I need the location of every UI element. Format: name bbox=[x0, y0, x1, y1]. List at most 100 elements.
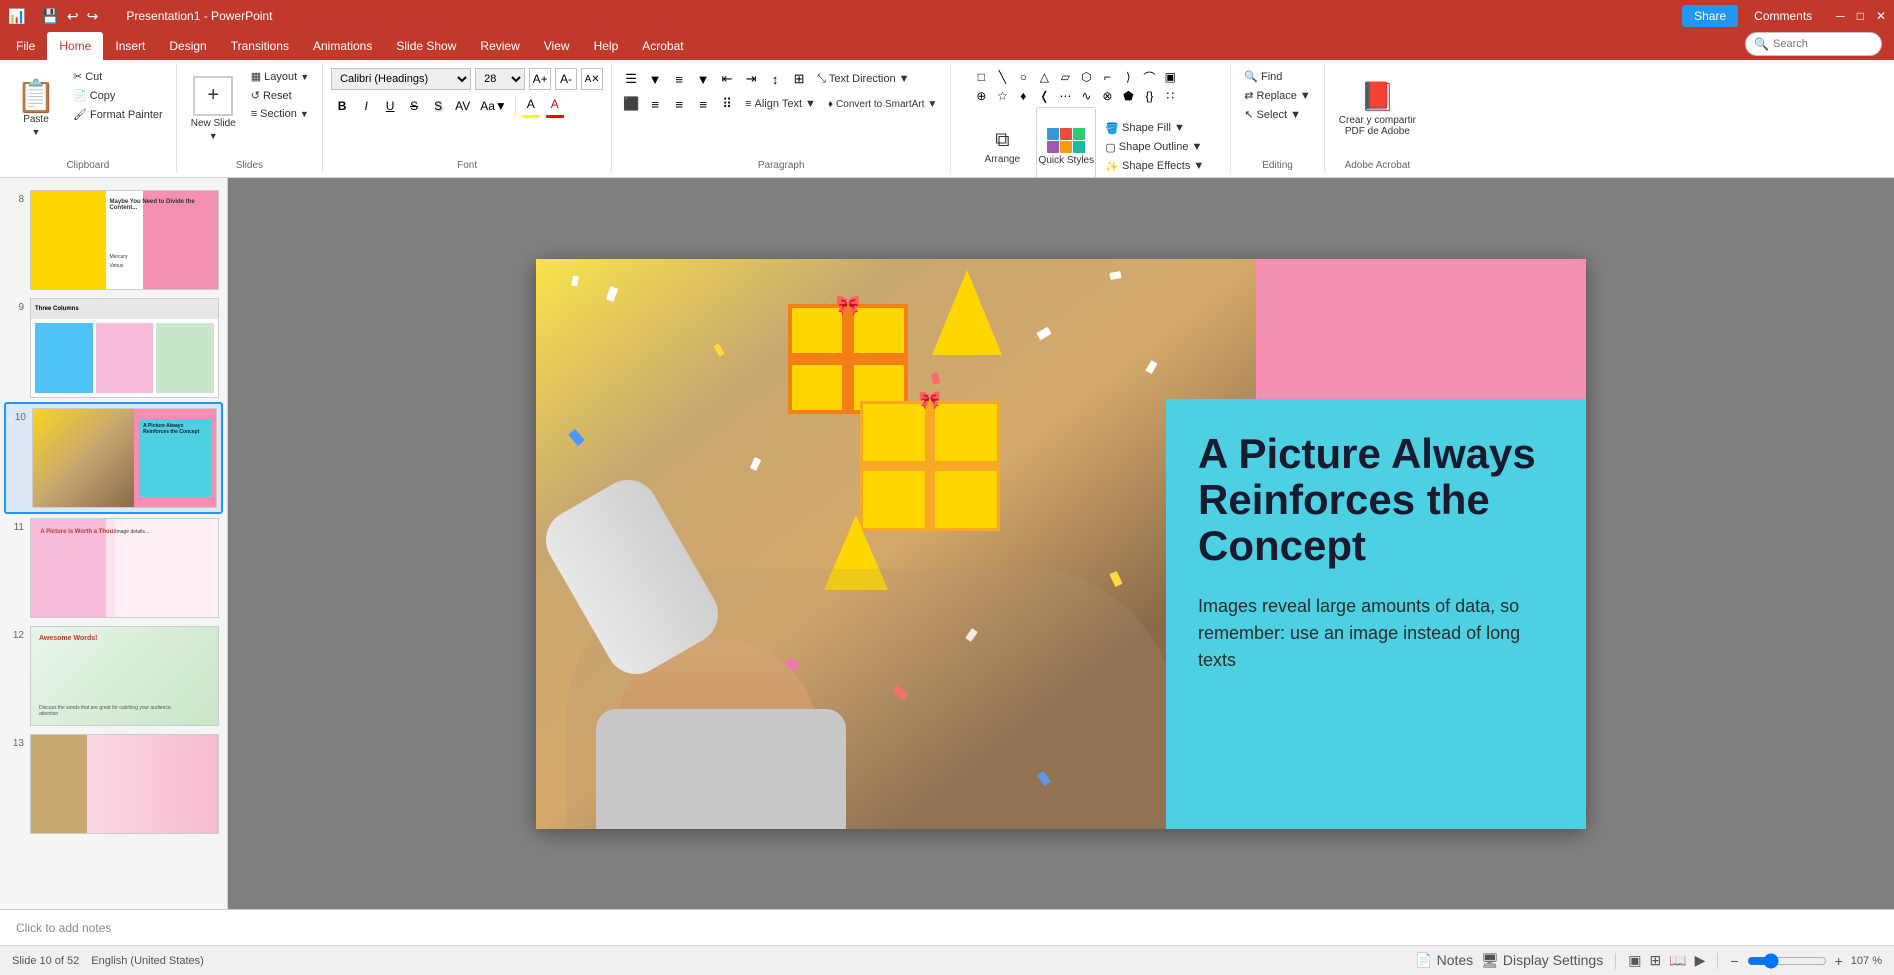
reset-button[interactable]: ↺ Reset bbox=[246, 87, 314, 104]
slide-canvas[interactable]: 🎀 🎀 bbox=[536, 259, 1586, 829]
redo-icon[interactable]: ↪ bbox=[87, 8, 99, 25]
char-spacing-button[interactable]: AV bbox=[451, 95, 474, 117]
change-case-button[interactable]: Aa▼ bbox=[476, 95, 511, 117]
slide-photo[interactable]: 🎀 🎀 bbox=[536, 259, 1256, 829]
slide-thumb-12[interactable]: 12 Awesome Words! Discuss the words that… bbox=[4, 622, 223, 730]
section-button[interactable]: ≡ Section ▼ bbox=[246, 106, 314, 122]
quick-styles-button[interactable]: Quick Styles bbox=[1036, 107, 1096, 187]
shape-item-10[interactable]: ▣ bbox=[1161, 68, 1179, 86]
maximize-icon[interactable]: □ bbox=[1857, 9, 1864, 23]
strikethrough-button[interactable]: S bbox=[403, 95, 425, 117]
display-settings-button[interactable]: 🖥 Display Settings bbox=[1481, 952, 1603, 969]
numbering-button[interactable]: ≡ bbox=[668, 68, 690, 90]
bullets-dropdown[interactable]: ▼ bbox=[644, 68, 666, 90]
zoom-in-button[interactable]: + bbox=[1835, 953, 1843, 969]
replace-button[interactable]: ⇄ Replace ▼ bbox=[1239, 87, 1315, 104]
menu-home[interactable]: Home bbox=[47, 32, 103, 60]
menu-file[interactable]: File bbox=[4, 32, 47, 60]
shape-item-6[interactable]: ⬡ bbox=[1077, 68, 1095, 86]
shape-item-15[interactable]: ⋯ bbox=[1056, 87, 1074, 105]
shape-item-9[interactable]: ⌒ bbox=[1140, 68, 1158, 86]
share-button[interactable]: Share bbox=[1682, 5, 1738, 27]
new-slide-dropdown[interactable]: ▼ bbox=[209, 131, 218, 141]
search-input[interactable] bbox=[1773, 38, 1873, 50]
shape-outline-dropdown[interactable]: ▼ bbox=[1191, 141, 1202, 153]
slide-thumb-10[interactable]: 10 A Picture Always Reinforces the Conce… bbox=[4, 402, 223, 514]
minimize-icon[interactable]: ─ bbox=[1836, 9, 1845, 23]
bold-button[interactable]: B bbox=[331, 95, 353, 117]
menu-review[interactable]: Review bbox=[468, 32, 531, 60]
shape-item-5[interactable]: ▱ bbox=[1056, 68, 1074, 86]
align-text-button[interactable]: ≡ Align Text ▼ bbox=[740, 96, 821, 112]
clear-format-button[interactable]: A✕ bbox=[581, 68, 603, 90]
italic-button[interactable]: I bbox=[355, 95, 377, 117]
decrease-indent-button[interactable]: ⇤ bbox=[716, 68, 738, 90]
layout-button[interactable]: ▦ Layout ▼ bbox=[246, 68, 314, 85]
shape-item-1[interactable]: □ bbox=[972, 68, 990, 86]
notes-button[interactable]: 📄 Notes bbox=[1415, 952, 1473, 969]
arrange-button[interactable]: ⧉ Arrange bbox=[972, 125, 1032, 169]
undo-icon[interactable]: ↩ bbox=[67, 8, 79, 25]
notes-area[interactable]: Click to add notes bbox=[0, 909, 1894, 945]
columns-button[interactable]: ⊞ bbox=[788, 68, 810, 90]
text-direction-button[interactable]: ⤡ Text Direction ▼ bbox=[812, 71, 914, 88]
align-text-dropdown[interactable]: ▼ bbox=[805, 98, 816, 110]
smartart-dropdown[interactable]: ▼ bbox=[927, 99, 937, 110]
slide-thumb-8[interactable]: 8 Maybe You Need to Divide the Content..… bbox=[4, 186, 223, 294]
shape-item-16[interactable]: ∿ bbox=[1077, 87, 1095, 105]
shape-item-4[interactable]: △ bbox=[1035, 68, 1053, 86]
shape-item-8[interactable]: ⟩ bbox=[1119, 68, 1137, 86]
replace-dropdown[interactable]: ▼ bbox=[1300, 90, 1311, 102]
slideshow-button[interactable]: ▶ bbox=[1695, 952, 1706, 969]
paste-dropdown-icon[interactable]: ▼ bbox=[32, 127, 41, 137]
normal-view-button[interactable]: ▣ bbox=[1628, 952, 1641, 969]
text-direction-dropdown[interactable]: ▼ bbox=[899, 73, 910, 85]
acrobat-button[interactable]: 📕 Crear y compartirPDF de Adobe bbox=[1333, 68, 1422, 148]
reading-view-button[interactable]: 📖 bbox=[1669, 952, 1686, 969]
shape-item-20[interactable]: ∷ bbox=[1161, 87, 1179, 105]
close-icon[interactable]: ✕ bbox=[1876, 9, 1886, 23]
format-painter-button[interactable]: 🖌 Format Painter bbox=[68, 106, 168, 123]
font-size-select[interactable]: 28 bbox=[475, 68, 525, 90]
menu-view[interactable]: View bbox=[532, 32, 582, 60]
justify-button[interactable]: ≡ bbox=[692, 93, 714, 115]
increase-font-button[interactable]: A+ bbox=[529, 68, 551, 90]
comments-button[interactable]: Comments bbox=[1754, 9, 1812, 23]
shape-item-17[interactable]: ⊗ bbox=[1098, 87, 1116, 105]
increase-indent-button[interactable]: ⇥ bbox=[740, 68, 762, 90]
shape-effects-dropdown[interactable]: ▼ bbox=[1193, 160, 1204, 172]
col-button[interactable]: ⠿ bbox=[716, 93, 738, 115]
save-icon[interactable]: 💾 bbox=[41, 8, 58, 25]
font-color-button[interactable]: A bbox=[544, 93, 566, 115]
menu-animations[interactable]: Animations bbox=[301, 32, 384, 60]
shape-item-14[interactable]: ❬ bbox=[1035, 87, 1053, 105]
copy-button[interactable]: 📄 Copy bbox=[68, 87, 168, 104]
zoom-out-button[interactable]: − bbox=[1730, 953, 1738, 969]
shape-fill-button[interactable]: 🪣 Shape Fill ▼ bbox=[1100, 120, 1209, 137]
layout-dropdown[interactable]: ▼ bbox=[300, 72, 309, 82]
shape-item-12[interactable]: ☆ bbox=[993, 87, 1011, 105]
zoom-slider[interactable] bbox=[1747, 953, 1827, 969]
numbering-dropdown[interactable]: ▼ bbox=[692, 68, 714, 90]
shadow-button[interactable]: S bbox=[427, 95, 449, 117]
shape-item-7[interactable]: ⌐ bbox=[1098, 68, 1116, 86]
menu-help[interactable]: Help bbox=[582, 32, 631, 60]
search-area[interactable]: 🔍 bbox=[1745, 32, 1882, 56]
shape-item-11[interactable]: ⊕ bbox=[972, 87, 990, 105]
slide-thumb-11[interactable]: 11 A Picture is Worth a Thousand Words I… bbox=[4, 514, 223, 622]
shape-effects-button[interactable]: ✨ Shape Effects ▼ bbox=[1100, 158, 1209, 175]
underline-button[interactable]: U bbox=[379, 95, 401, 117]
align-center-button[interactable]: ≡ bbox=[644, 93, 666, 115]
decrease-font-button[interactable]: A- bbox=[555, 68, 577, 90]
new-slide-button[interactable]: + New Slide ▼ bbox=[185, 68, 242, 148]
menu-transitions[interactable]: Transitions bbox=[219, 32, 301, 60]
shape-item-13[interactable]: ♦ bbox=[1014, 87, 1032, 105]
menu-slideshow[interactable]: Slide Show bbox=[384, 32, 468, 60]
slide-sorter-button[interactable]: ⊞ bbox=[1649, 952, 1661, 969]
font-name-select[interactable]: Calibri (Headings) bbox=[331, 68, 471, 90]
shape-item-2[interactable]: ╲ bbox=[993, 68, 1011, 86]
menu-design[interactable]: Design bbox=[157, 32, 218, 60]
shape-item-19[interactable]: {} bbox=[1140, 87, 1158, 105]
slide-thumb-9[interactable]: 9 Three Columns bbox=[4, 294, 223, 402]
find-button[interactable]: 🔍 Find bbox=[1239, 68, 1315, 85]
